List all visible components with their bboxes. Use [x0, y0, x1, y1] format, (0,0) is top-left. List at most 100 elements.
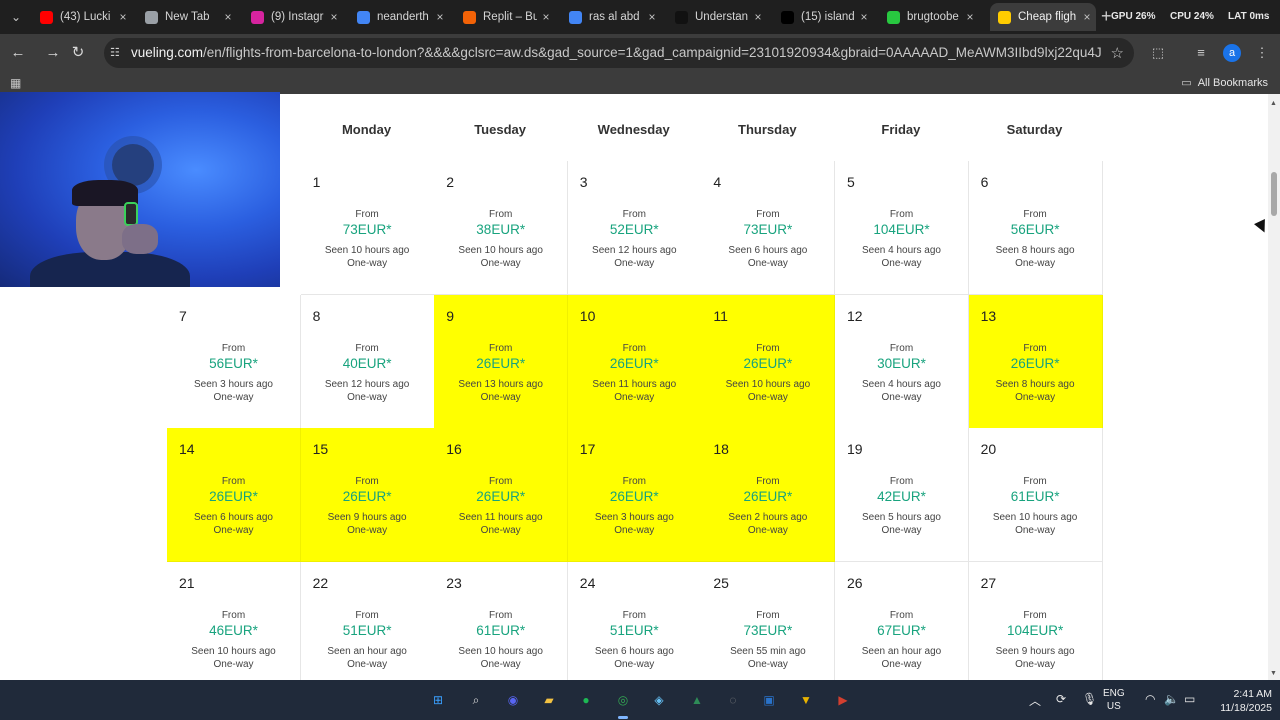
day-number: 20 — [980, 441, 997, 457]
browser-tab[interactable]: Replit – Bu × — [455, 3, 555, 31]
all-bookmarks-button[interactable]: ▭ All Bookmarks — [1181, 76, 1268, 89]
calendar-day-cell[interactable]: 5 From 104EUR* Seen 4 hours ago One-way — [835, 161, 969, 295]
calendar-day-cell[interactable]: 27 From 104EUR* Seen 9 hours ago One-way — [968, 561, 1103, 680]
battery-icon[interactable]: ▭ — [1184, 692, 1195, 706]
close-tab-icon[interactable]: × — [116, 3, 130, 31]
extensions-icon[interactable]: ⬚ — [1148, 43, 1168, 63]
calendar-day-cell[interactable]: 23 From 61EUR* Seen 10 hours ago One-way — [434, 561, 569, 680]
site-info-icon[interactable]: ☷ — [110, 46, 120, 59]
tab-search-chevron-icon[interactable]: ⌄ — [6, 8, 26, 26]
close-tab-icon[interactable]: × — [963, 3, 977, 31]
close-tab-icon[interactable]: × — [857, 3, 871, 31]
tab-title: Cheap fligh — [1018, 11, 1077, 23]
from-label: From — [221, 609, 246, 621]
seen-time: Seen 8 hours ago — [995, 245, 1075, 256]
calendar-day-cell[interactable]: 17 From 26EUR* Seen 3 hours ago One-way — [567, 428, 702, 562]
volume-muted-icon[interactable]: 🔈 — [1164, 692, 1179, 706]
reload-icon[interactable]: ↻ — [68, 43, 88, 63]
app-icon[interactable]: ▶ — [832, 689, 854, 711]
calendar-day-cell[interactable]: 18 From 26EUR* Seen 2 hours ago One-way — [701, 428, 836, 562]
back-arrow-icon[interactable]: ← — [8, 43, 28, 63]
calendar-day-cell[interactable]: 7 From 56EUR* Seen 3 hours ago One-way — [167, 294, 301, 429]
fare-price: 73EUR* — [342, 222, 392, 237]
calendar-day-cell[interactable]: 4 From 73EUR* Seen 6 hours ago One-way — [701, 161, 836, 295]
profile-avatar[interactable]: a — [1223, 44, 1241, 62]
language-indicator[interactable]: ENG US — [1103, 687, 1125, 713]
browser-tab[interactable]: (9) Instagr × — [243, 3, 343, 31]
system-clock[interactable]: 2:41 AM 11/18/2025 — [1206, 687, 1272, 715]
more-menu-icon[interactable]: ⋮ — [1252, 43, 1272, 63]
sync-icon[interactable]: ⟳ — [1056, 692, 1066, 706]
browser-tab[interactable]: ras al abd × — [561, 3, 661, 31]
trip-type: One-way — [747, 525, 788, 536]
browser-tab[interactable]: (43) Lucki × — [32, 3, 132, 31]
browser-tab[interactable]: neanderth × — [349, 3, 449, 31]
app-icon[interactable]: ◌ — [722, 689, 744, 711]
close-tab-icon[interactable]: × — [221, 3, 235, 31]
apps-grid-icon[interactable]: ▦ — [10, 76, 21, 90]
calendar-day-cell[interactable]: 16 From 26EUR* Seen 11 hours ago One-way — [434, 428, 569, 562]
calendar-day-cell[interactable]: 1 From 73EUR* Seen 10 hours ago One-way — [300, 161, 435, 295]
calendar-day-cell[interactable]: 10 From 26EUR* Seen 11 hours ago One-way — [567, 294, 702, 429]
close-tab-icon[interactable]: × — [327, 3, 341, 31]
steam-icon[interactable]: ◈ — [648, 689, 670, 711]
calendar-day-cell[interactable]: 20 From 61EUR* Seen 10 hours ago One-way — [968, 428, 1103, 562]
app-icon[interactable]: ▲ — [686, 689, 708, 711]
scroll-down-arrow-icon[interactable]: ▼ — [1270, 670, 1277, 677]
close-tab-icon[interactable]: × — [645, 3, 659, 31]
forward-arrow-icon[interactable]: → — [43, 43, 63, 63]
calendar-day-cell[interactable]: 11 From 26EUR* Seen 10 hours ago One-way — [701, 294, 836, 429]
file-explorer-icon[interactable]: ▰ — [538, 689, 560, 711]
browser-tab[interactable]: (15) island × — [773, 3, 873, 31]
seen-time: Seen 12 hours ago — [324, 378, 410, 390]
calendar-day-cell[interactable]: 15 From 26EUR* Seen 9 hours ago One-way — [300, 428, 435, 562]
calendar-day-cell[interactable]: 24 From 51EUR* Seen 6 hours ago One-way — [567, 561, 702, 680]
page-scrollbar[interactable]: ▲ ▼ — [1268, 94, 1280, 680]
gpu-readout: GPU 26% — [1111, 11, 1156, 22]
calendar-day-cell[interactable]: 9 From 26EUR* Seen 13 hours ago One-way — [434, 294, 569, 429]
app-icon[interactable]: ▣ — [758, 689, 780, 711]
calendar-day-cell[interactable]: 6 From 56EUR* Seen 8 hours ago One-way — [968, 161, 1103, 295]
close-tab-icon[interactable]: × — [1080, 3, 1094, 31]
seen-time: Seen 8 hours ago — [995, 378, 1075, 390]
browser-tab[interactable]: Understan × — [667, 3, 767, 31]
scrollbar-thumb[interactable] — [1271, 172, 1277, 216]
calendar-day-cell[interactable]: 22 From 51EUR* Seen an hour ago One-way — [300, 561, 435, 680]
windows-start-icon[interactable]: ⊞ — [427, 689, 449, 711]
day-number: 6 — [980, 174, 989, 190]
browser-tab[interactable]: New Tab × — [137, 3, 237, 31]
chrome-icon[interactable]: ◎ — [612, 689, 634, 711]
trip-type: One-way — [1015, 658, 1056, 670]
app-icon[interactable]: ▼ — [795, 689, 817, 711]
calendar-day-cell[interactable]: 21 From 46EUR* Seen 10 hours ago One-way — [167, 561, 301, 680]
spotify-icon[interactable]: ● — [575, 689, 597, 711]
from-label: From — [756, 476, 780, 487]
fare-price: 104EUR* — [873, 222, 930, 237]
calendar-day-cell[interactable]: 2 From 38EUR* Seen 10 hours ago One-way — [434, 161, 569, 295]
calendar-day-cell[interactable]: 8 From 40EUR* Seen 12 hours ago One-way — [300, 294, 435, 429]
calendar-day-cell[interactable]: 3 From 52EUR* Seen 12 hours ago One-way — [567, 161, 702, 295]
microphone-icon[interactable]: 🎙 — [1082, 692, 1097, 706]
new-tab-button[interactable]: + — [1101, 6, 1112, 26]
search-icon[interactable]: ⌕ — [465, 689, 487, 711]
address-bar[interactable]: ☷ vueling.com/en/flights-from-barcelona-… — [104, 38, 1134, 68]
calendar-day-cell[interactable]: 19 From 42EUR* Seen 5 hours ago One-way — [835, 428, 969, 562]
scroll-up-arrow-icon[interactable]: ▲ — [1270, 100, 1277, 107]
url-text[interactable]: vueling.com/en/flights-from-barcelona-to… — [131, 45, 1101, 60]
calendar-day-cell[interactable]: 14 From 26EUR* Seen 6 hours ago One-way — [167, 428, 301, 562]
calendar-day-cell[interactable]: 12 From 30EUR* Seen 4 hours ago One-way — [835, 294, 969, 429]
browser-tab[interactable]: Cheap fligh × — [990, 3, 1096, 31]
close-tab-icon[interactable]: × — [433, 3, 447, 31]
close-tab-icon[interactable]: × — [539, 3, 553, 31]
wifi-icon[interactable]: ◠ — [1145, 692, 1155, 706]
bookmark-star-icon[interactable]: ☆ — [1111, 44, 1124, 62]
discord-icon[interactable]: ◉ — [502, 689, 524, 711]
calendar-day-cell[interactable]: 13 From 26EUR* Seen 8 hours ago One-way — [968, 294, 1103, 429]
fare-price: 61EUR* — [1010, 489, 1060, 504]
calendar-day-cell[interactable]: 25 From 73EUR* Seen 55 min ago One-way — [701, 561, 836, 680]
browser-tab[interactable]: brugtoobe × — [879, 3, 979, 31]
show-hidden-icons-chevron-icon[interactable]: ︿ — [1029, 692, 1041, 709]
close-tab-icon[interactable]: × — [751, 3, 765, 31]
media-control-icon[interactable]: ≡ — [1191, 43, 1211, 63]
calendar-day-cell[interactable]: 26 From 67EUR* Seen an hour ago One-way — [835, 561, 969, 680]
